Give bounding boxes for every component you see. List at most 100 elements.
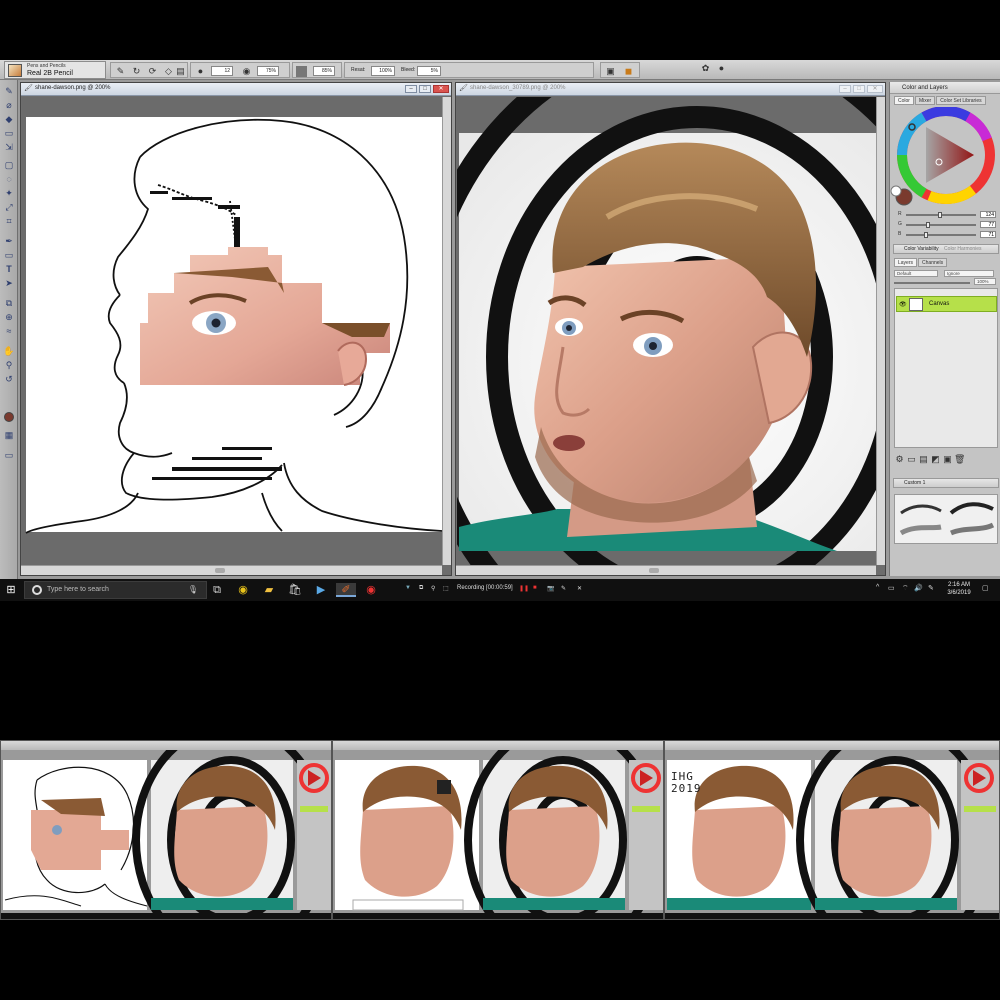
collapse-icon[interactable]: ▼ [405,585,411,591]
file-explorer-icon[interactable]: ▰ [262,583,276,597]
taskbar-search[interactable]: Type here to search 🎙 [24,581,207,599]
lasso-icon[interactable]: ◌ [3,174,15,185]
brush-library-icon[interactable]: ◼ [623,66,634,77]
close-button[interactable]: ✕ [433,85,449,93]
rotate-page-icon[interactable]: ↺ [3,374,15,385]
color-variability-header[interactable]: Color Variability Color Harmonies [893,244,999,254]
grabber-icon[interactable]: ✋ [3,346,15,357]
system-clock[interactable]: 2:16 AM 3/6/2019 [940,581,978,597]
layer-row-canvas[interactable]: 👁 Canvas [896,296,997,312]
green-track[interactable] [906,222,976,228]
record-dot-icon[interactable]: ● [716,63,727,74]
painter-icon[interactable]: ✐ [336,583,356,597]
tab-channels[interactable]: Channels [918,258,948,267]
minimize-button[interactable]: – [839,85,851,93]
brush-strokes[interactable] [895,495,999,545]
green-knob[interactable] [925,222,930,228]
right-scroll-thumb[interactable] [649,568,660,573]
paint-bucket-icon[interactable]: ◆ [3,114,15,125]
minimize-button[interactable]: – [405,85,417,93]
bleed-field[interactable]: 5% [417,66,441,76]
tab-mixer[interactable]: Mixer [914,96,936,105]
red-track[interactable] [906,212,976,218]
notifications-icon[interactable]: ▢ [982,584,989,592]
right-document-titlebar[interactable]: 🖌 shane-dawson_30789.png @ 200% – □ ✕ [456,83,885,96]
lock-icon[interactable]: ▣ [942,454,953,465]
transform-icon[interactable]: ⤢ [3,202,15,213]
left-horizontal-scrollbar[interactable] [21,565,442,575]
mirror-icon[interactable]: ⧉ [3,298,15,309]
pause-icon[interactable]: ❚❚ [519,585,529,592]
left-vertical-scrollbar[interactable] [442,97,451,565]
size-field[interactable]: 12 [211,66,233,76]
region-icon[interactable]: ⬚ [443,585,449,592]
tab-layers[interactable]: Layers [894,258,918,267]
brush-tool-icon[interactable]: ✎ [115,66,126,77]
network-icon[interactable]: ⌔ [902,584,909,593]
grain-field[interactable]: 85% [313,66,335,76]
blend-icon[interactable]: ≈ [3,326,15,337]
opacity-field[interactable]: 75% [257,66,279,76]
mask-icon[interactable]: ◩ [930,454,941,465]
layer-opacity-track[interactable] [894,282,970,284]
blue-slider[interactable]: B 71 [898,231,998,238]
dab-icon[interactable]: ▤ [175,66,186,77]
task-view-icon[interactable]: ⧉ [210,583,224,597]
shape-icon[interactable]: ▭ [3,250,15,261]
window-icon[interactable]: ⧉ [419,585,423,592]
blue-track[interactable] [906,232,976,238]
green-value[interactable]: 77 [980,221,996,228]
volume-icon[interactable]: 🔊 [914,584,923,592]
group-icon[interactable]: ▤ [918,454,929,465]
brush-icon[interactable]: ✎ [3,86,15,97]
left-canvas-viewport[interactable] [22,97,442,565]
shape-select-icon[interactable]: ➤ [3,278,15,289]
red-slider[interactable]: R 124 [898,211,998,218]
left-scroll-thumb[interactable] [214,568,225,573]
custom-palette-header[interactable]: Custom 1 [893,478,999,488]
green-slider[interactable]: G 77 [898,221,998,228]
windows-start-icon[interactable]: ⊞ [4,583,18,597]
line-art-canvas[interactable] [22,97,442,565]
dropper-icon[interactable]: ⌀ [3,100,15,111]
stroke-icon[interactable]: ◇ [163,66,174,77]
rectangle-select-icon[interactable]: ▢ [3,160,15,171]
composite-method-dropdown[interactable]: Default [894,270,938,277]
close-button[interactable]: ✕ [867,85,883,93]
resat-field[interactable]: 100% [371,66,395,76]
layer-adjuster-icon[interactable]: ⇲ [3,142,15,153]
red-knob[interactable] [938,212,943,218]
clone-icon[interactable]: ✿ [700,63,711,74]
blue-value[interactable]: 71 [980,231,996,238]
layer-opacity-field[interactable]: 100% [974,278,996,285]
color-wheel[interactable] [890,107,1000,207]
magic-wand-icon[interactable]: ✦ [3,188,15,199]
maximize-button[interactable]: □ [853,85,865,93]
tab-color[interactable]: Color [894,96,914,105]
store-icon[interactable]: 🛍 [288,583,302,597]
record-icon[interactable]: ◉ [364,583,378,597]
right-horizontal-scrollbar[interactable] [456,565,876,575]
maximize-button[interactable]: □ [419,85,431,93]
media-selector-icon[interactable]: ▭ [3,450,15,461]
eraser-icon[interactable]: ▭ [3,128,15,139]
right-vertical-scrollbar[interactable] [876,97,885,565]
magnifier-icon[interactable]: ⚲ [3,360,15,371]
right-canvas-viewport[interactable] [457,97,876,565]
clone-tool-icon[interactable]: ⊕ [3,312,15,323]
tab-color-set-libraries[interactable]: Color Set Libraries [936,96,986,105]
refresh-icon[interactable]: ⟳ [147,66,158,77]
red-value[interactable]: 124 [980,211,996,218]
new-layer-icon[interactable]: ▭ [906,454,917,465]
screen-mode-icon[interactable]: ▣ [605,66,616,77]
camera-icon[interactable]: 📷 [547,585,554,592]
zoom-icon[interactable]: ⚲ [431,585,435,592]
chevron-up-icon[interactable]: ^ [876,584,879,591]
delete-layer-icon[interactable]: 🗑 [954,454,965,465]
text-icon[interactable]: T [3,264,15,275]
battery-icon[interactable]: ▭ [888,584,895,592]
left-document-titlebar[interactable]: 🖌 shane-dawson.png @ 200% – □ ✕ [21,83,451,96]
pen-draw-icon[interactable]: ✎ [561,585,566,592]
rotate-icon[interactable]: ↻ [131,66,142,77]
crop-icon[interactable]: ⌗ [3,216,15,227]
